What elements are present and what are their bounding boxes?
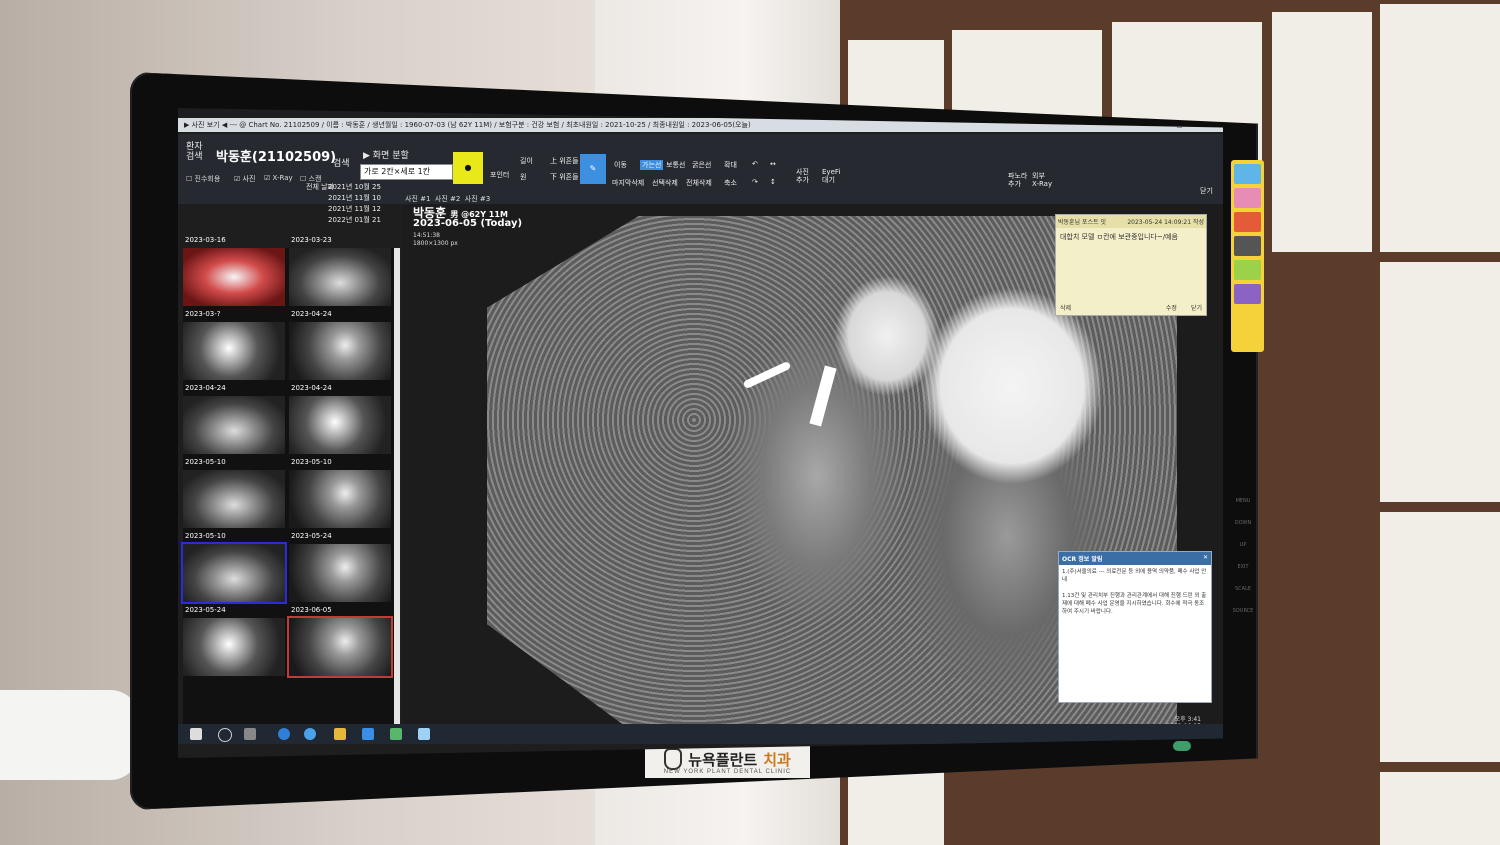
upper-flip-tool[interactable]: 上 위흔들: [550, 156, 579, 166]
rotate-left-icon[interactable]: ↶: [752, 160, 758, 168]
note-body: 대합치 모델 ㅁ칸에 보관중입니다~/예음: [1060, 233, 1178, 241]
toolbar-patient-name: 박동훈(21102509): [216, 150, 337, 165]
note-title: 박동훈님 포스트 잇 2023-05-24 14:09:21 작성: [1056, 215, 1206, 228]
thumbnail[interactable]: 2023-05-24: [183, 606, 285, 676]
clinic-name-accent: 치과: [763, 751, 791, 769]
tab-photo-1[interactable]: 사진 #1: [405, 195, 430, 203]
color-tool-button[interactable]: ●: [453, 152, 483, 184]
flip-horizontal-icon[interactable]: ↔: [770, 160, 776, 168]
photo-tabs: 사진 #1 사진 #2 사진 #3: [405, 194, 490, 204]
clinic-name: 뉴욕플란트: [688, 751, 758, 769]
thumbnail[interactable]: 2023-03-16: [183, 236, 285, 306]
tab-photo-2[interactable]: 사진 #2: [435, 195, 460, 203]
monitor-osd-buttons[interactable]: MENU DOWN UP EXIT SCALE SOURCE: [1232, 490, 1254, 640]
delete-last-button[interactable]: 마지막삭제: [612, 178, 644, 188]
folder-icon[interactable]: [334, 728, 346, 740]
note-edit-button[interactable]: 수정: [1166, 303, 1177, 312]
zoom-out-button[interactable]: 축소: [724, 178, 737, 188]
implant-shape: [809, 365, 837, 427]
date-tree-item[interactable]: 2021년 10월 25: [328, 182, 408, 193]
photo-add-button[interactable]: 사진 추가: [796, 168, 809, 184]
lower-flip-tool[interactable]: 下 위흔들: [550, 172, 579, 182]
thumbnail[interactable]: 2023-05-10: [183, 458, 285, 528]
window-title: ▶ 사진 보기 ◀ --- @ Chart No. 21102509 / 이름 …: [184, 121, 751, 129]
note-delete-button[interactable]: 삭제: [1060, 305, 1071, 312]
root-canal-shape: [742, 360, 792, 390]
thumbnail[interactable]: 2023-04-24: [183, 384, 285, 454]
shelf: [0, 690, 140, 780]
monitor-feature-badges: [1231, 160, 1264, 352]
delete-selected-button[interactable]: 선택삭제: [652, 178, 678, 188]
screen: ▶ 사진 보기 ◀ --- @ Chart No. 21102509 / 이름 …: [178, 108, 1223, 758]
thumbnail[interactable]: 2023-04-24: [289, 384, 391, 454]
viewer-time: 14:51:38: [413, 232, 440, 239]
eyefi-button[interactable]: EyeFi 대기: [822, 168, 840, 184]
thumbnail[interactable]: 2023-03-?: [183, 310, 285, 380]
thumbnail-panel: 2023-03-16 2023-03-23 2023-03-? 2023-04-…: [181, 236, 398, 728]
post-it-note[interactable]: 박동훈님 포스트 잇 2023-05-24 14:09:21 작성 대합치 모델…: [1055, 214, 1207, 316]
rotate-right-icon[interactable]: ↷: [752, 178, 758, 186]
delete-all-button[interactable]: 전체삭제: [686, 178, 712, 188]
clinic-sub: NEW YORK PLANT DENTAL CLINIC: [663, 769, 792, 775]
thumbnail-active[interactable]: 2023-06-05: [287, 606, 393, 678]
power-led: [1173, 741, 1191, 751]
zoom-in-button[interactable]: 확대: [724, 160, 737, 170]
date-tree: 2021년 10월 25 2021년 11월 10 2021년 11월 12 2…: [328, 182, 408, 226]
popup-close-icon[interactable]: ✕: [1203, 554, 1208, 561]
popup-body: 1.(주)서울의료 --- 의료전문 등 외에 용역 의약품, 폐수 사업 안내…: [1062, 569, 1207, 615]
close-button[interactable]: 닫기: [1200, 186, 1213, 196]
thick-line-tool[interactable]: 굵은선: [692, 160, 711, 170]
filter-photo-checkbox[interactable]: ☑ 사진: [234, 174, 255, 184]
note-footer: 삭제 닫기 수정: [1060, 303, 1202, 312]
search-icon[interactable]: [218, 728, 232, 742]
thin-line-tool[interactable]: 가는선: [640, 160, 664, 170]
thumbnail-selected[interactable]: 2023-05-10: [181, 532, 287, 604]
patient-search-button[interactable]: 환자 검색: [186, 142, 203, 162]
active-tool-button[interactable]: ✎: [580, 154, 606, 184]
viewer-resolution: 1800×1300 px: [413, 240, 458, 247]
move-tool[interactable]: 이동: [614, 160, 627, 170]
normal-line-tool[interactable]: 보통선: [666, 160, 685, 170]
circle-tool[interactable]: 원: [520, 172, 526, 182]
windows-start-icon[interactable]: [190, 728, 202, 740]
popup-header: OCR 정보 알림 ✕: [1059, 552, 1211, 565]
browser-icon[interactable]: [278, 728, 290, 740]
thumbnail-scrollbar[interactable]: [394, 248, 400, 728]
length-tool[interactable]: 길이: [520, 156, 533, 166]
filter-xray-checkbox[interactable]: ☑ X-Ray: [264, 174, 293, 182]
thumbnail[interactable]: 2023-04-24: [289, 310, 391, 380]
date-tree-item[interactable]: 2021년 11월 10: [328, 193, 408, 204]
search-button[interactable]: 검색: [333, 156, 350, 169]
note-close-button[interactable]: 닫기: [1191, 303, 1202, 312]
tooth-logo-icon: [664, 748, 683, 770]
app-icon[interactable]: [390, 728, 402, 740]
ocr-info-popup[interactable]: OCR 정보 알림 ✕ 1.(주)서울의료 --- 의료전문 등 외에 용역 의약…: [1058, 551, 1212, 730]
date-tree-item[interactable]: 2022년 01월 21: [328, 215, 408, 226]
prior-add-button[interactable]: 파노라 추가: [1008, 172, 1027, 188]
viewer-date: 2023-06-05 (Today): [413, 218, 523, 229]
pointer-tool[interactable]: 포인터: [490, 170, 509, 180]
task-view-icon[interactable]: [244, 728, 256, 740]
split-label: ▶ 화면 분할: [363, 151, 409, 161]
edge-icon[interactable]: [304, 728, 316, 740]
external-xray-button[interactable]: 외부 X-Ray: [1032, 172, 1052, 188]
thumbnail[interactable]: 2023-05-24: [289, 532, 391, 602]
tab-photo-3[interactable]: 사진 #3: [465, 195, 490, 203]
split-select[interactable]: 가로 2칸×세로 1칸: [360, 164, 453, 180]
flip-vertical-icon[interactable]: ↕: [770, 178, 776, 186]
photo-scene: MENU DOWN UP EXIT SCALE SOURCE 뉴욕플란트 치과 NEW YO…: [0, 0, 1500, 845]
thumbnail[interactable]: 2023-05-10: [289, 458, 391, 528]
viewer-app-icon[interactable]: [418, 728, 430, 740]
thumbnail[interactable]: 2023-03-23: [289, 236, 391, 306]
filter-all-checkbox[interactable]: ☐ 진수회용: [186, 174, 220, 184]
mail-icon[interactable]: [362, 728, 374, 740]
date-tree-item[interactable]: 2021년 11월 12: [328, 204, 408, 215]
windows-taskbar: [178, 724, 1223, 744]
